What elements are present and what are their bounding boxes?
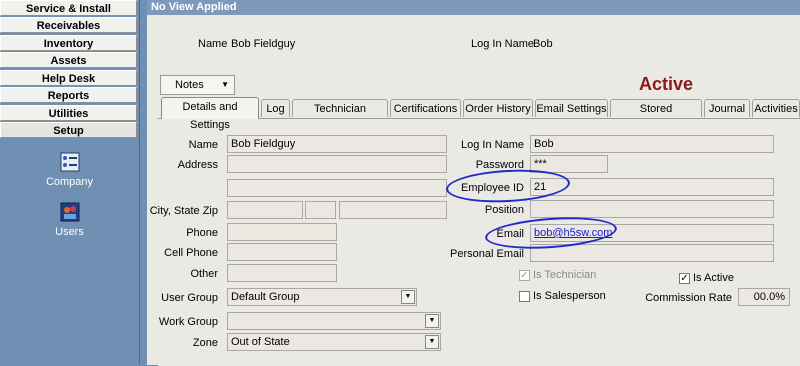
employee-id-label: Employee ID bbox=[461, 182, 524, 194]
work-group-label: Work Group bbox=[158, 316, 218, 328]
status-text: Active bbox=[639, 74, 694, 94]
nav-help-desk[interactable]: Help Desk bbox=[0, 70, 137, 86]
employee-id-field[interactable]: 21 bbox=[530, 178, 774, 196]
address-line1-field[interactable] bbox=[227, 155, 447, 173]
login-name-label: Log In Name bbox=[461, 139, 524, 151]
users-tool[interactable]: Users bbox=[0, 202, 139, 238]
tab-journal[interactable]: Journal bbox=[704, 99, 750, 117]
city-field[interactable] bbox=[227, 201, 303, 219]
zone-select[interactable]: Out of State ▼ bbox=[227, 333, 441, 351]
sidebar: Service & Install Receivables Inventory … bbox=[0, 0, 140, 365]
phone-label: Phone bbox=[186, 227, 218, 239]
user-group-value: Default Group bbox=[231, 291, 300, 303]
tab-certifications[interactable]: Certifications bbox=[390, 99, 461, 117]
nav-assets[interactable]: Assets bbox=[0, 52, 137, 68]
tab-activities[interactable]: Activities bbox=[752, 99, 800, 117]
tab-order-history[interactable]: Order History bbox=[463, 99, 533, 117]
personal-email-label: Personal Email bbox=[450, 248, 524, 260]
position-label: Position bbox=[484, 204, 524, 216]
view-header: No View Applied bbox=[147, 0, 800, 15]
summary-login-value: Bob bbox=[533, 38, 553, 50]
state-field[interactable] bbox=[305, 201, 336, 219]
is-salesperson-checkbox[interactable] bbox=[519, 291, 530, 302]
nav-receivables[interactable]: Receivables bbox=[0, 17, 137, 33]
cell-phone-field[interactable] bbox=[227, 243, 337, 261]
zip-field[interactable] bbox=[339, 201, 447, 219]
name-field[interactable]: Bob Fieldguy bbox=[227, 135, 447, 153]
is-active-label: Is Active bbox=[693, 272, 734, 284]
tab-email-settings[interactable]: Email Settings bbox=[535, 99, 608, 117]
company-icon bbox=[60, 152, 79, 172]
nav-reports[interactable]: Reports bbox=[0, 87, 137, 103]
address-line2-field[interactable] bbox=[227, 179, 447, 197]
work-group-select[interactable]: ▼ bbox=[227, 312, 441, 330]
nav-utilities[interactable]: Utilities bbox=[0, 105, 137, 121]
personal-email-field[interactable] bbox=[530, 244, 774, 262]
summary-name-value: Bob Fieldguy bbox=[231, 38, 296, 50]
chevron-down-icon[interactable]: ▼ bbox=[425, 314, 439, 328]
tab-log[interactable]: Log bbox=[261, 99, 290, 117]
password-label: Password bbox=[475, 159, 524, 171]
tab-technician-settings[interactable]: Technician Settings bbox=[292, 99, 388, 133]
user-group-select[interactable]: Default Group ▼ bbox=[227, 288, 417, 306]
nav-inventory[interactable]: Inventory bbox=[0, 35, 137, 51]
nav-setup[interactable]: Setup bbox=[0, 122, 137, 138]
user-group-label: User Group bbox=[161, 292, 218, 304]
email-label: Email bbox=[496, 228, 524, 240]
is-technician-checkbox[interactable]: ✓ bbox=[519, 270, 530, 281]
cell-phone-label: Cell Phone bbox=[164, 247, 218, 259]
chevron-down-icon: ▼ bbox=[221, 80, 229, 89]
email-field[interactable]: bob@h5sw.com bbox=[530, 224, 774, 242]
is-active-checkbox[interactable]: ✓ bbox=[679, 273, 690, 284]
tab-stored-documents[interactable]: Stored Documents bbox=[610, 99, 702, 133]
city-state-zip-label: City, State Zip bbox=[149, 205, 218, 217]
notes-button[interactable]: Notes ▼ bbox=[160, 75, 235, 95]
commission-rate-label: Commission Rate bbox=[645, 292, 732, 304]
is-salesperson-label: Is Salesperson bbox=[533, 290, 606, 302]
login-name-field[interactable]: Bob bbox=[530, 135, 774, 153]
address-label: Address bbox=[177, 159, 218, 171]
other-field[interactable] bbox=[227, 264, 337, 282]
other-label: Other bbox=[190, 268, 218, 280]
email-link[interactable]: bob@h5sw.com bbox=[534, 227, 612, 239]
phone-field[interactable] bbox=[227, 223, 337, 241]
nav-service-install[interactable]: Service & Install bbox=[0, 0, 137, 16]
password-field[interactable]: *** bbox=[530, 155, 608, 173]
is-technician-label: Is Technician bbox=[533, 269, 597, 281]
notes-label: Notes bbox=[175, 79, 204, 91]
tab-details-and-settings[interactable]: Details and Settings bbox=[161, 97, 259, 131]
summary-name-label: Name bbox=[198, 38, 228, 50]
users-icon bbox=[60, 202, 79, 222]
commission-rate-field[interactable]: 00.0% bbox=[738, 288, 790, 306]
chevron-down-icon[interactable]: ▼ bbox=[401, 290, 415, 304]
company-tool[interactable]: Company bbox=[0, 152, 139, 188]
zone-label: Zone bbox=[192, 337, 218, 349]
summary-login-label: Log In Name bbox=[471, 38, 534, 50]
users-label: Users bbox=[55, 226, 84, 238]
name-label: Name bbox=[188, 139, 218, 151]
zone-value: Out of State bbox=[231, 336, 290, 348]
position-field[interactable] bbox=[530, 200, 774, 218]
chevron-down-icon[interactable]: ▼ bbox=[425, 335, 439, 349]
company-label: Company bbox=[45, 176, 94, 188]
